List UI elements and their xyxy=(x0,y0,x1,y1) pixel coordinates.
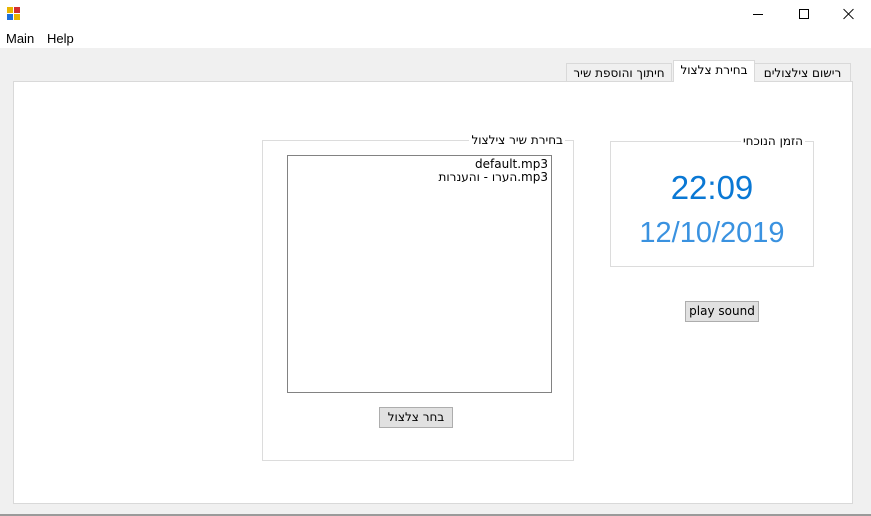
tab-cut-and-add-song[interactable]: חיתוך והוספת שיר xyxy=(566,63,672,83)
minimize-icon xyxy=(753,13,763,15)
menu-help[interactable]: Help xyxy=(47,31,74,46)
date-display: 12/10/2019 xyxy=(639,217,785,249)
tab-panel-choose-ringtone: בחירת שיר צילצול default.mp3 הערו - והענ… xyxy=(13,81,853,504)
current-time-group: הזמן הנוכחי 22:09 12/10/2019 xyxy=(610,134,814,267)
minimize-button[interactable] xyxy=(735,0,781,28)
menu-bar: Main Help xyxy=(0,28,871,48)
app-icon[interactable] xyxy=(7,7,21,21)
song-selection-legend: בחירת שיר צילצול xyxy=(469,133,565,147)
maximize-icon xyxy=(799,9,809,19)
tab-choose-ringtone[interactable]: בחירת צלצול xyxy=(673,60,755,82)
title-bar xyxy=(0,0,871,28)
song-listbox[interactable]: default.mp3 הערו - והענרות.mp3 xyxy=(287,155,552,393)
list-item[interactable]: הערו - והענרות.mp3 xyxy=(288,171,551,184)
maximize-button[interactable] xyxy=(781,0,827,28)
time-display: 22:09 xyxy=(670,169,754,206)
menu-main[interactable]: Main xyxy=(6,31,34,46)
choose-ringtone-button[interactable]: בחר צלצול xyxy=(379,407,453,428)
song-selection-group: בחירת שיר צילצול default.mp3 הערו - והענ… xyxy=(262,133,574,461)
close-button[interactable] xyxy=(826,0,871,28)
current-time-legend: הזמן הנוכחי xyxy=(740,134,805,148)
tab-ringtone-log[interactable]: רישום צילצולים xyxy=(754,63,851,83)
close-icon xyxy=(843,8,855,20)
play-sound-button[interactable]: play sound xyxy=(685,301,759,322)
